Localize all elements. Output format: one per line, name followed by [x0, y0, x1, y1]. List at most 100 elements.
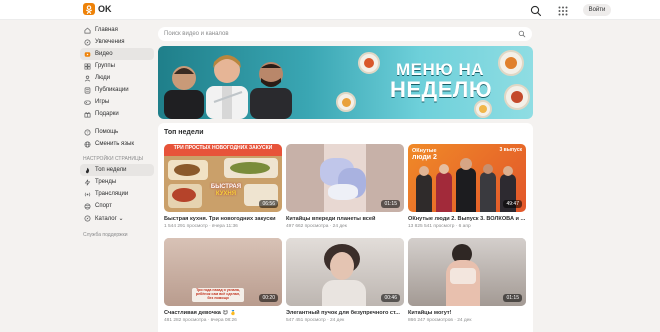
sidebar-item-posts[interactable]: Публикации	[80, 84, 154, 96]
sidebar-item-label: Публикации	[95, 87, 129, 93]
video-card[interactable]: 00:46 Элегантный пучок для безупречного …	[286, 238, 404, 323]
video-card[interactable]: 01:15 Китайцы впереди планеты всей 497 6…	[286, 144, 404, 229]
video-date: 24 дек	[332, 224, 347, 229]
video-views: 1 544 291 просмотр	[164, 224, 208, 229]
globe-icon	[83, 140, 91, 148]
live-icon	[83, 190, 91, 198]
video-title[interactable]: Быстрая кухня. Три новогодних закуски	[164, 216, 282, 222]
video-title[interactable]: Китайцы могут!	[408, 310, 526, 316]
video-title[interactable]: ОКнутые люди 2. Выпуск 3. ВОЛКОВА и ...	[408, 216, 526, 222]
svg-text:?: ?	[86, 130, 88, 134]
sidebar-item-compass[interactable]: Увлечения	[80, 36, 154, 48]
sidebar-item-label: Подарки	[95, 111, 119, 117]
video-meta: 866 247 просмотров · 24 дек	[408, 318, 472, 323]
thumbnail-logo-line2: КУХНЯ	[215, 190, 237, 197]
games-icon	[83, 98, 91, 106]
video-views: 497 662 просмотра	[286, 224, 329, 229]
video-search-input[interactable]: Поиск видео и каналов	[158, 27, 532, 41]
header-search-icon[interactable]	[530, 4, 542, 17]
video-thumbnail[interactable]: 00:46	[286, 238, 404, 306]
top-week-section: Топ недели ТРИ ПРОСТЫХ НОВОГОДНИХ ЗАКУСК…	[158, 123, 533, 332]
thumbnail-caption: ТРИ ПРОСТЫХ НОВОГОДНИХ ЗАКУСКИ	[173, 145, 273, 151]
sidebar-item-home[interactable]: Главная	[80, 24, 154, 36]
video-card[interactable]: ТРИ ПРОСТЫХ НОВОГОДНИХ ЗАКУСКИ БЫСТРАЯ К…	[164, 144, 282, 229]
groups-icon	[83, 62, 91, 70]
chefs-illustration	[164, 55, 292, 119]
video-meta: 481 282 просмотра · вчера 08:26	[164, 318, 237, 323]
video-title[interactable]: Счастливая девочка 😍 🥇	[164, 310, 282, 316]
video-meta: 547 451 просмотр · 24 дек	[286, 318, 345, 323]
video-duration: 01:15	[503, 294, 522, 302]
video-thumbnail[interactable]: ТРИ ПРОСТЫХ НОВОГОДНИХ ЗАКУСКИ БЫСТРАЯ К…	[164, 144, 282, 212]
sidebar-item-label: Увлечения	[95, 39, 125, 45]
video-meta: 13 825 541 просмотр · 6 апр	[408, 224, 471, 229]
help-icon: ?	[83, 128, 91, 136]
sidebar-item-catalog[interactable]: Каталог ⌄	[80, 212, 154, 224]
sidebar-item-live[interactable]: Трансляции	[80, 188, 154, 200]
catalog-icon	[83, 214, 91, 222]
banner-title: МЕНЮ НА НЕДЕЛЮ	[390, 60, 493, 102]
sidebar-item-label: Люди	[95, 75, 111, 81]
video-duration: 00:46	[381, 294, 400, 302]
sidebar-item-label: Топ недели	[95, 167, 127, 173]
sidebar-item-groups[interactable]: Группы	[80, 60, 154, 72]
logo-text: OK	[98, 4, 112, 14]
people-icon	[83, 74, 91, 82]
sidebar: Главная Увлечения Видео Группы Люди Публикаци…	[80, 24, 154, 238]
video-title[interactable]: Китайцы впереди планеты всей	[286, 216, 404, 222]
compass-icon	[83, 38, 91, 46]
promo-banner[interactable]: МЕНЮ НА НЕДЕЛЮ	[158, 46, 533, 119]
sidebar-item-label: Каталог ⌄	[95, 215, 124, 222]
posts-icon	[83, 86, 91, 94]
sidebar-item-globe[interactable]: Сменить язык	[80, 138, 154, 150]
sidebar-item-people[interactable]: Люди	[80, 72, 154, 84]
video-thumbnail[interactable]: 01:15	[408, 238, 526, 306]
video-views: 13 825 541 просмотр	[408, 224, 455, 229]
sport-icon	[83, 202, 91, 210]
video-card[interactable]: ОКнутые люди 2 3 выпуск 49:47 ОКнутые лю…	[408, 144, 526, 229]
video-card[interactable]: Три года назад я узнала, ребёнок сам всё…	[164, 238, 282, 323]
ok-logo-icon	[83, 3, 95, 15]
sidebar-item-label: Тренды	[95, 179, 117, 185]
thumbnail-logo: БЫСТРАЯ КУХНЯ	[208, 184, 244, 197]
ok-logo[interactable]: OK	[83, 3, 112, 15]
search-placeholder: Поиск видео и каналов	[164, 31, 229, 37]
sidebar-item-sport[interactable]: Спорт	[80, 200, 154, 212]
video-thumbnail[interactable]: 01:15	[286, 144, 404, 212]
sidebar-item-gift[interactable]: Подарки	[80, 108, 154, 120]
gift-icon	[83, 110, 91, 118]
apps-grid-icon[interactable]	[557, 4, 569, 16]
sidebar-item-label: Игры	[95, 99, 110, 105]
sidebar-item-label: Группы	[95, 63, 115, 69]
sidebar-item-label: Помощь	[95, 129, 119, 135]
video-title[interactable]: Элегантный пучок для безупречного ст...	[286, 310, 404, 316]
sidebar-item-label: Видео	[95, 51, 113, 57]
trends-icon	[83, 178, 91, 186]
video-duration: 01:15	[381, 200, 400, 208]
sidebar-item-label: Трансляции	[95, 191, 129, 197]
sidebar-item-video[interactable]: Видео	[80, 48, 154, 60]
thumbnail-caption: ОКнутые люди 2	[412, 148, 446, 162]
top-icon	[83, 166, 91, 174]
section-title: Топ недели	[164, 129, 204, 136]
home-icon	[83, 26, 91, 34]
video-views: 547 451 просмотр	[286, 318, 326, 323]
video-thumbnail[interactable]: Три года назад я узнала, ребёнок сам всё…	[164, 238, 282, 306]
thumbnail-logo-line1: БЫСТРАЯ	[210, 184, 242, 190]
support-link[interactable]: Служба поддержки	[80, 232, 154, 238]
sidebar-item-top[interactable]: Топ недели	[80, 164, 154, 176]
video-views: 866 247 просмотров	[408, 318, 453, 323]
banner-title-line2: НЕДЕЛЮ	[390, 77, 493, 102]
video-date: вчера 08:26	[210, 318, 237, 323]
login-button[interactable]: Войти	[583, 4, 611, 16]
video-duration: 06:56	[259, 200, 278, 208]
thumbnail-caption: Три года назад я узнала, ребёнок сам всё…	[195, 288, 241, 300]
sidebar-item-games[interactable]: Игры	[80, 96, 154, 108]
sidebar-item-label: Спорт	[95, 203, 112, 209]
sidebar-item-trends[interactable]: Тренды	[80, 176, 154, 188]
sidebar-item-label: Сменить язык	[95, 141, 134, 147]
top-header: OK Войти	[0, 0, 660, 20]
sidebar-item-help[interactable]: ? Помощь	[80, 126, 154, 138]
video-thumbnail[interactable]: ОКнутые люди 2 3 выпуск 49:47	[408, 144, 526, 212]
video-card[interactable]: 01:15 Китайцы могут! 866 247 просмотров …	[408, 238, 526, 323]
